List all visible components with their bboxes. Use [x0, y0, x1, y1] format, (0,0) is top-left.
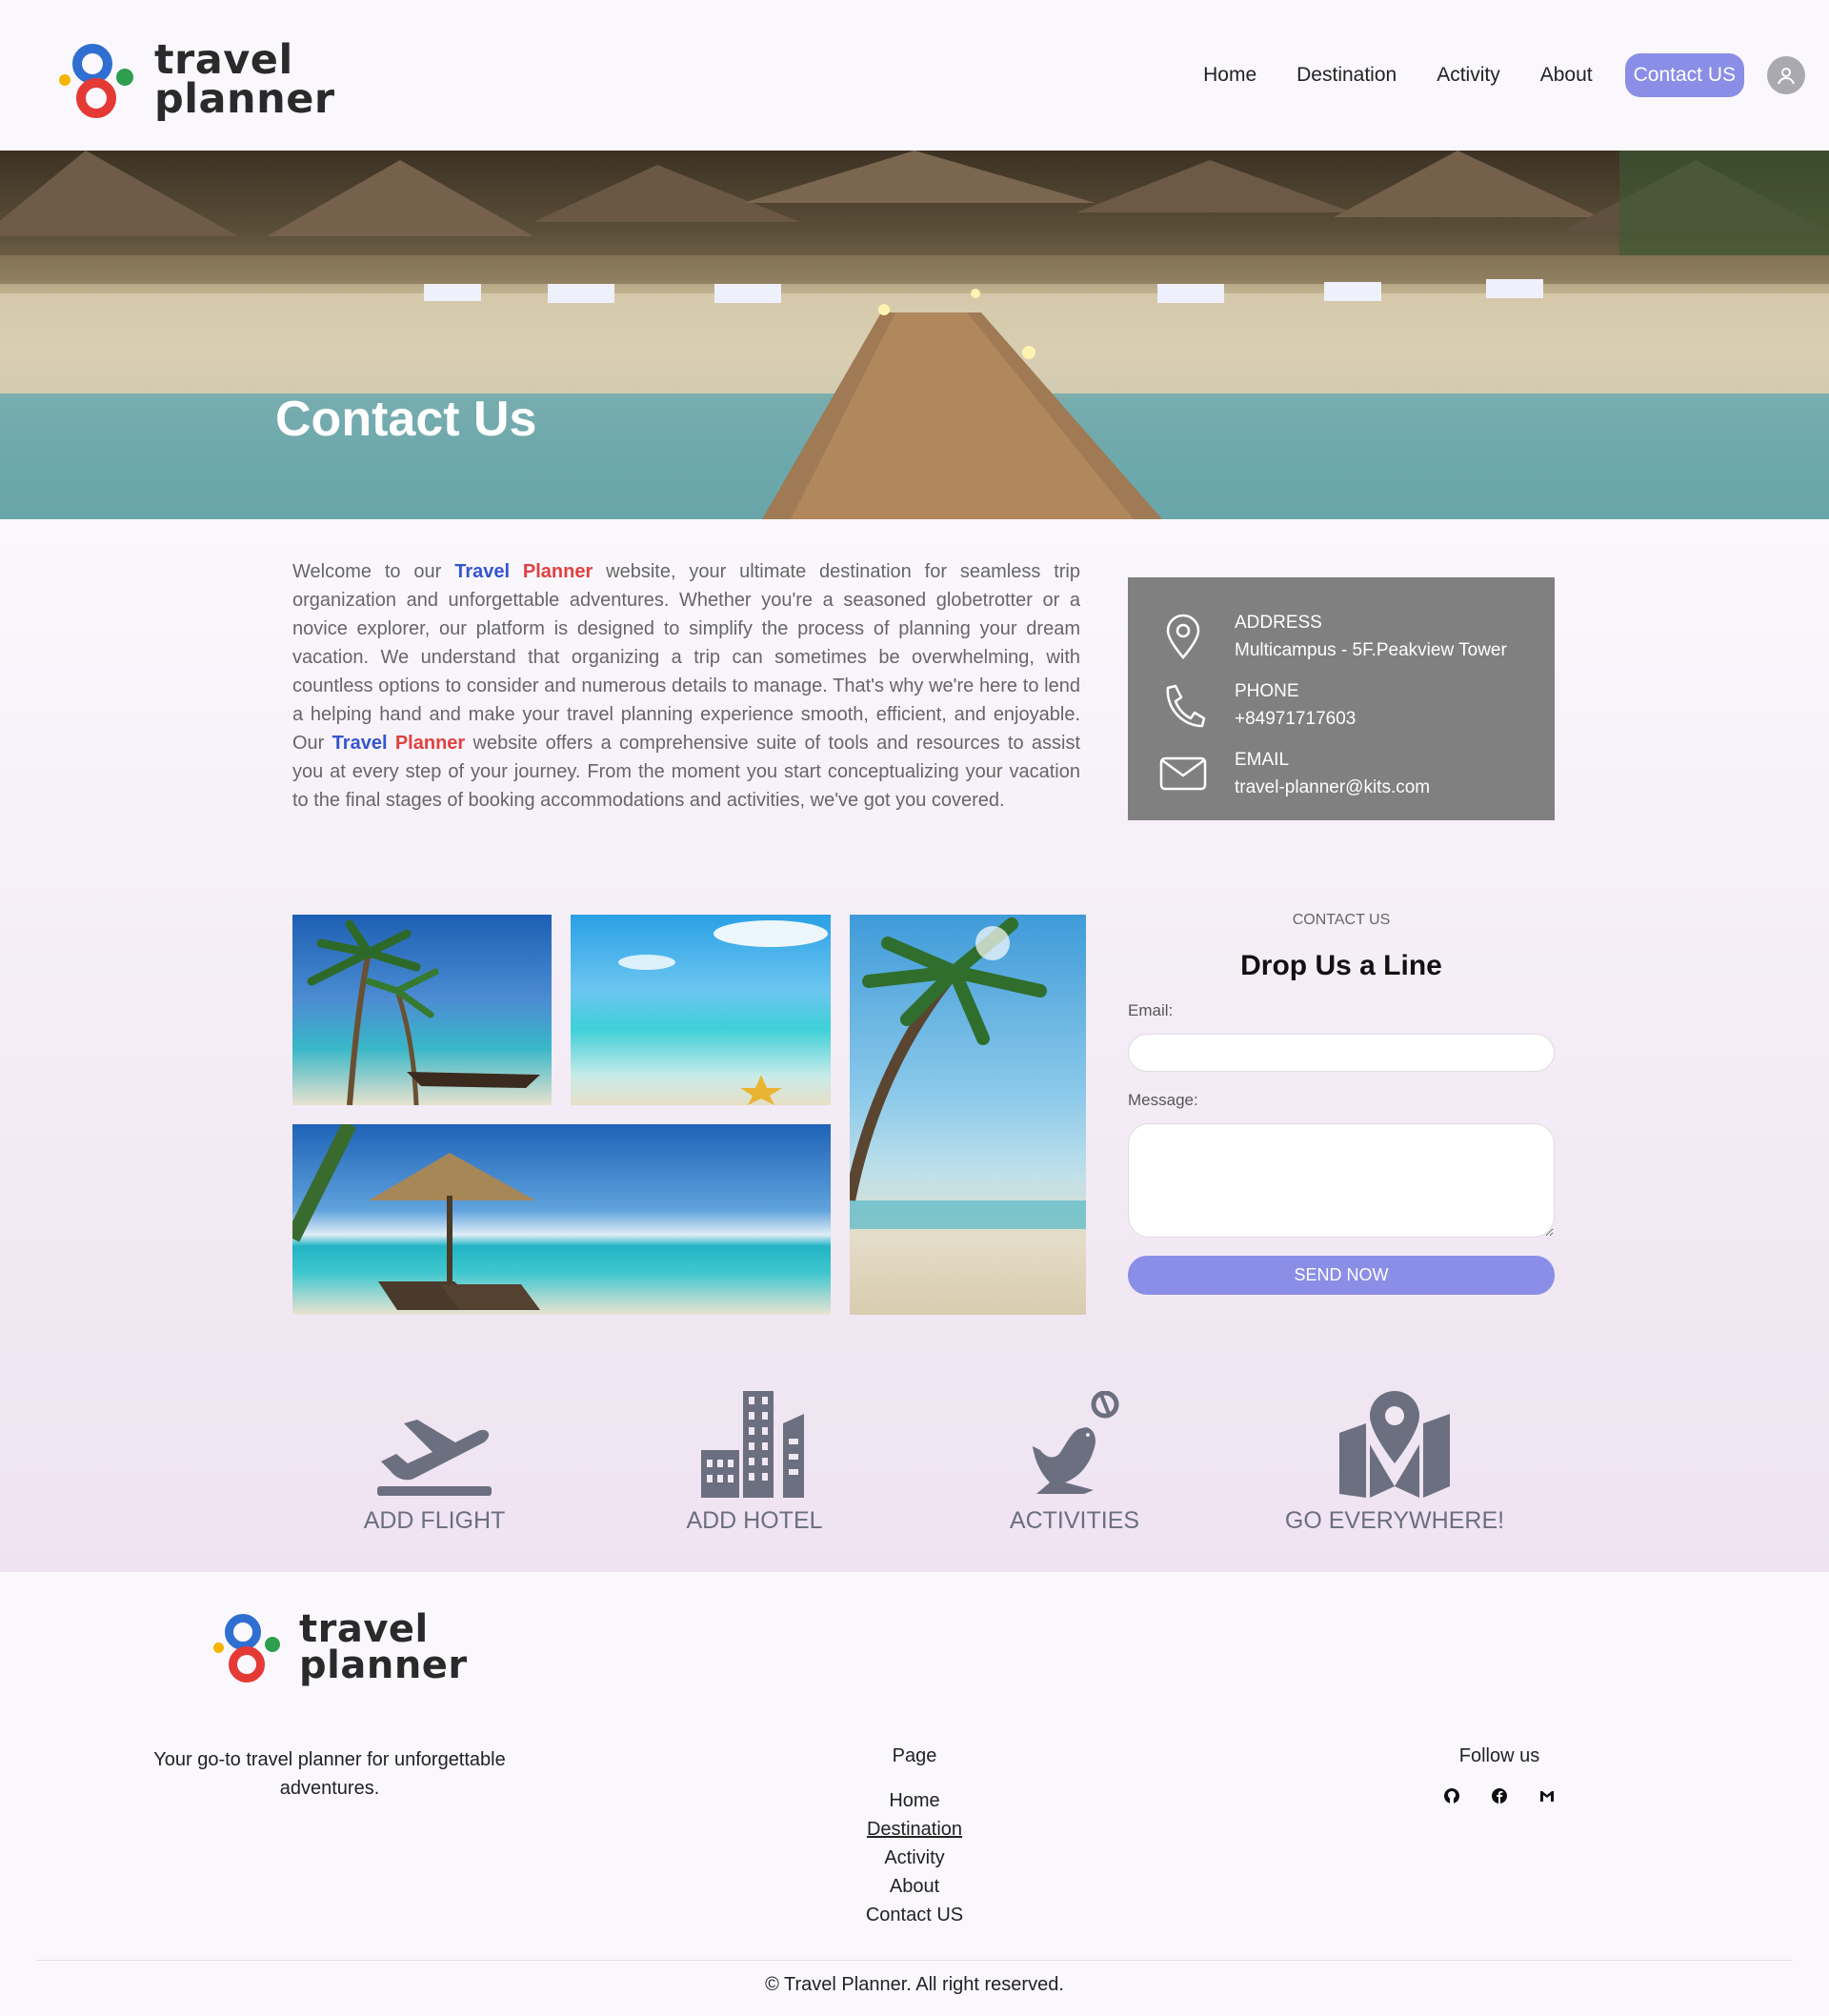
user-icon	[1778, 68, 1795, 85]
contact-section: Welcome to our Travel Planner website, y…	[0, 519, 1829, 1572]
page-title: Contact Us	[275, 392, 537, 447]
footer-tagline: Your go-to travel planner for unforgetta…	[153, 1749, 506, 1799]
phone-icon	[1166, 684, 1206, 728]
pages-heading: Page	[892, 1745, 937, 1766]
location-pin-icon	[1166, 614, 1200, 659]
facebook-link[interactable]	[1490, 1786, 1509, 1805]
feature-add-hotel[interactable]: ADD HOTEL	[640, 1391, 869, 1535]
gallery-image-palm-beach	[850, 915, 1086, 1315]
nav-destination[interactable]: Destination	[1296, 64, 1397, 87]
envelope-icon	[1159, 756, 1207, 791]
feature-add-flight[interactable]: ADD FLIGHT	[320, 1391, 549, 1535]
github-icon	[1444, 1788, 1459, 1804]
feature-activities[interactable]: ACTIVITIES	[960, 1391, 1189, 1535]
gallery-image-sea-starfish	[571, 915, 831, 1105]
hotel-building-icon	[701, 1391, 804, 1498]
seal-ball-icon	[1033, 1391, 1119, 1494]
contact-form: CONTACT US Drop Us a Line Email: Message…	[1128, 912, 1555, 1295]
user-avatar[interactable]	[1767, 56, 1805, 94]
address-value: Multicampus - 5F.Peakview Tower	[1235, 640, 1507, 660]
logo-wordmark: travel planner	[299, 1607, 468, 1687]
footer-follow: Follow us	[1404, 1745, 1595, 1805]
send-now-button[interactable]: SEND NOW	[1128, 1256, 1555, 1295]
form-kicker: CONTACT US	[1292, 912, 1391, 928]
nav-home[interactable]: Home	[1203, 64, 1256, 87]
map-pin-icon	[1339, 1391, 1450, 1498]
nav-contact-button[interactable]: Contact US	[1624, 53, 1744, 97]
site-header: travel planner Home Destination Activity…	[0, 0, 1829, 151]
phone-row: PHONE +84971717603	[1158, 671, 1524, 739]
email-row: EMAIL travel-planner@kits.com	[1158, 739, 1524, 808]
feature-go-everywhere[interactable]: GO EVERYWHERE!	[1280, 1391, 1509, 1535]
footer-logo[interactable]: travel planner	[211, 1608, 468, 1686]
github-link[interactable]	[1442, 1786, 1461, 1805]
brand-name-travel: Travel	[332, 733, 388, 754]
hero-banner: Contact Us	[0, 151, 1829, 519]
gallery-image-palms-boat	[292, 915, 552, 1105]
nav-about[interactable]: About	[1540, 64, 1593, 87]
nav-activity[interactable]: Activity	[1437, 64, 1500, 87]
message-label: Message:	[1128, 1091, 1198, 1109]
gmail-link[interactable]	[1538, 1786, 1557, 1805]
logo-mark-icon	[211, 1608, 290, 1686]
form-title: Drop Us a Line	[1240, 950, 1442, 981]
footer-link-destination[interactable]: Destination	[819, 1815, 1010, 1844]
footer-link-home[interactable]: Home	[819, 1786, 1010, 1815]
intro-paragraph: Welcome to our Travel Planner website, y…	[292, 561, 1081, 811]
email-field[interactable]	[1128, 1034, 1555, 1072]
footer-link-about[interactable]: About	[819, 1872, 1010, 1901]
gallery-image-umbrella-loungers	[292, 1124, 831, 1315]
logo-wordmark: travel planner	[154, 36, 335, 123]
message-field[interactable]	[1128, 1123, 1555, 1238]
brand-name-planner: Planner	[394, 733, 466, 754]
address-row: ADDRESS Multicampus - 5F.Peakview Tower	[1158, 602, 1524, 671]
brand-name-planner: Planner	[522, 561, 593, 582]
plane-takeoff-icon	[377, 1420, 492, 1496]
footer-divider	[36, 1960, 1793, 1961]
gmail-icon	[1540, 1791, 1554, 1802]
email-value[interactable]: travel-planner@kits.com	[1235, 774, 1430, 801]
brand-logo[interactable]: travel planner	[57, 36, 335, 124]
footer-pages: Page Home Destination Activity About Con…	[819, 1745, 1010, 1929]
main-nav: Home Destination Activity About Contact …	[1203, 53, 1829, 97]
brand-name-travel: Travel	[454, 561, 511, 582]
footer-link-contact[interactable]: Contact US	[819, 1901, 1010, 1929]
email-label: Email:	[1128, 1001, 1174, 1019]
logo-mark-icon	[57, 36, 145, 124]
contact-info-card: ADDRESS Multicampus - 5F.Peakview Tower …	[1128, 577, 1555, 820]
phone-value[interactable]: +84971717603	[1235, 705, 1356, 733]
facebook-icon	[1492, 1788, 1507, 1804]
follow-heading: Follow us	[1458, 1745, 1540, 1766]
hero-beach-image	[0, 151, 1829, 519]
site-footer: travel planner Your go-to travel planner…	[0, 1572, 1829, 2016]
copyright-text: © Travel Planner. All right reserved.	[765, 1974, 1064, 1995]
footer-link-activity[interactable]: Activity	[819, 1844, 1010, 1872]
